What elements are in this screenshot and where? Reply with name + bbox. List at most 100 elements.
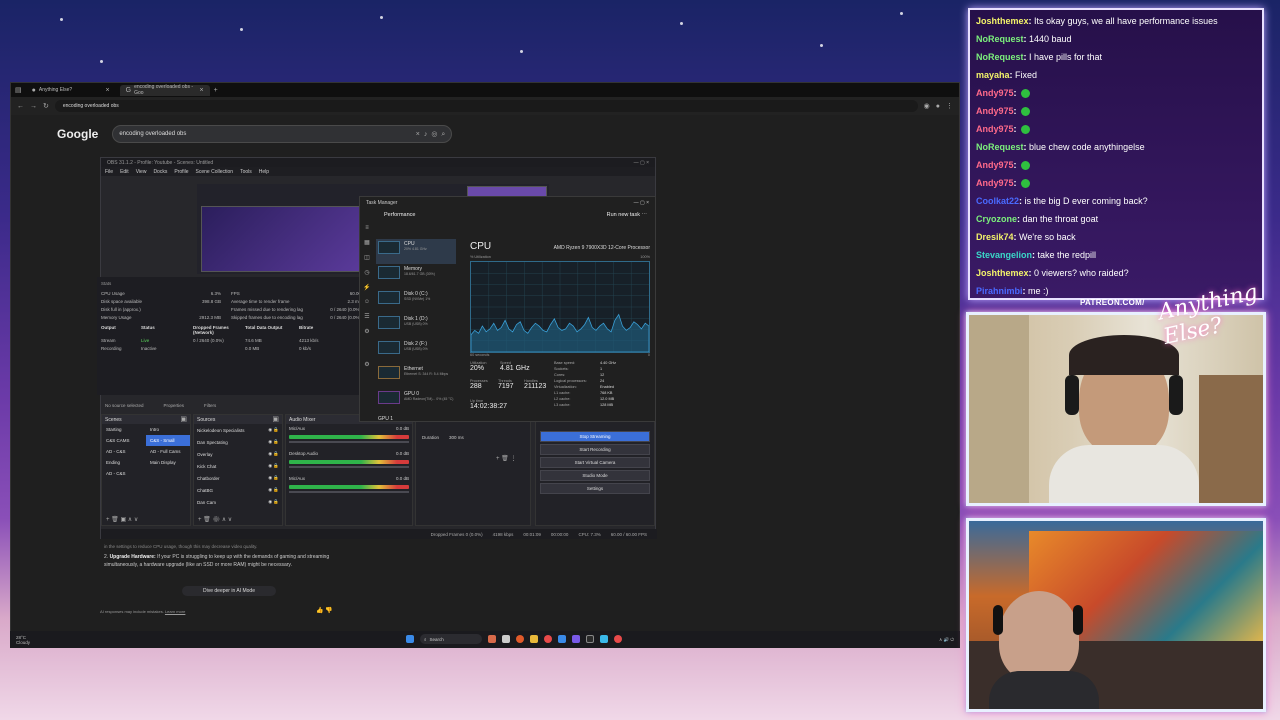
- app-icon[interactable]: [544, 635, 552, 643]
- close-tab-icon[interactable]: ×: [200, 87, 204, 94]
- menu-icon[interactable]: ▤: [15, 87, 22, 94]
- scene-item[interactable]: Starting: [102, 424, 146, 435]
- duration-input[interactable]: 300 ms: [449, 435, 464, 440]
- settings-button[interactable]: Settings: [540, 483, 650, 494]
- feedback-icons[interactable]: 👍 👎: [316, 607, 333, 614]
- url-input[interactable]: encoding overloaded obs: [54, 100, 918, 112]
- startup-icon[interactable]: ⚡: [363, 284, 370, 291]
- perf-item-ethernet[interactable]: Ethernet Ethernet S: 344 R: 5.4 Mbps: [376, 364, 456, 389]
- perf-item-gpu0[interactable]: GPU 0 AMD Radeon(TM)... 0% (45 °C): [376, 389, 456, 414]
- close-tab-icon[interactable]: ×: [106, 87, 110, 94]
- users-icon[interactable]: ☺: [364, 299, 370, 305]
- reload-icon[interactable]: ↻: [43, 103, 49, 110]
- perf-item-disk0[interactable]: Disk 0 (C:) SSD (NVMe) 1%: [376, 289, 456, 314]
- source-item[interactable]: Overlay ◉ 🔒: [194, 448, 282, 460]
- stop-streaming-button[interactable]: Stop Streaming: [540, 431, 650, 442]
- dock-menu-icon[interactable]: ▣: [180, 416, 187, 423]
- discord-icon[interactable]: [572, 635, 580, 643]
- taskbar-search[interactable]: ⌕ Search: [420, 634, 482, 644]
- search-input[interactable]: encoding overloaded obs × ♪ ◎ ⌕: [112, 125, 453, 143]
- details-icon[interactable]: ☰: [364, 313, 369, 320]
- browser-tab[interactable]: ● Anything Else? ×: [26, 85, 116, 96]
- perf-item-memory[interactable]: Memory 18.6/61.7 GB (30%): [376, 264, 456, 289]
- eye-icon[interactable]: ◉ 🔒: [268, 475, 279, 481]
- scene-item[interactable]: Ending: [102, 457, 146, 468]
- volume-slider[interactable]: [289, 491, 409, 493]
- app-icon[interactable]: [614, 635, 622, 643]
- volume-slider[interactable]: [289, 441, 409, 443]
- properties-button[interactable]: Properties: [164, 403, 185, 408]
- filters-button[interactable]: Filters: [204, 403, 216, 408]
- eye-icon[interactable]: ◉ 🔒: [268, 439, 279, 445]
- eye-icon[interactable]: ◉ 🔒: [268, 427, 279, 433]
- eye-icon[interactable]: ◉ 🔒: [268, 463, 279, 469]
- source-item[interactable]: Dan Spectating ◉ 🔒: [194, 436, 282, 448]
- perf-item-gpu1[interactable]: GPU 1: [376, 414, 456, 422]
- settings-icon[interactable]: ⚙: [364, 361, 369, 368]
- source-item[interactable]: ChatBG ◉ 🔒: [194, 484, 282, 496]
- source-item[interactable]: Chatborder ◉ 🔒: [194, 472, 282, 484]
- forward-icon[interactable]: →: [30, 103, 37, 110]
- performance-icon[interactable]: ◫: [364, 254, 370, 261]
- window-controls[interactable]: — ▢ ×: [634, 160, 649, 166]
- task-manager-icon[interactable]: [600, 635, 608, 643]
- mic-icon[interactable]: ♪: [424, 131, 428, 138]
- back-icon[interactable]: ←: [17, 103, 24, 110]
- file-explorer-icon[interactable]: [530, 635, 538, 643]
- scene-item[interactable]: AD - Full Cams: [146, 446, 190, 457]
- start-virtual-camera-button[interactable]: Start Virtual Camera: [540, 457, 650, 468]
- firefox-icon[interactable]: [516, 635, 524, 643]
- profile-icon[interactable]: ●: [936, 103, 940, 110]
- window-controls[interactable]: — ▢ ×: [634, 200, 649, 206]
- source-controls[interactable]: + 🗑 ⚙ ∧ ∨: [198, 516, 232, 523]
- perf-item-disk2[interactable]: Disk 2 (F:) USB (USB) 0%: [376, 339, 456, 364]
- perf-item-disk1[interactable]: Disk 1 (D:) USB (USB) 0%: [376, 314, 456, 339]
- more-icon[interactable]: ⋮: [946, 103, 953, 110]
- eye-icon[interactable]: ◉ 🔒: [268, 487, 279, 493]
- services-icon[interactable]: ⚙: [364, 328, 369, 335]
- history-icon[interactable]: ◷: [364, 269, 369, 276]
- scene-item[interactable]: AD - C&S: [102, 468, 146, 479]
- menu-scene-collection[interactable]: Scene Collection: [196, 169, 234, 175]
- processes-icon[interactable]: ▦: [364, 239, 370, 246]
- menu-profile[interactable]: Profile: [174, 169, 188, 175]
- scene-item-selected[interactable]: C&S - Small: [146, 435, 190, 446]
- tray-icons[interactable]: ∧ 🔊 ⏻: [939, 637, 954, 643]
- menu-help[interactable]: Help: [259, 169, 269, 175]
- app-icon[interactable]: [488, 635, 496, 643]
- scene-controls[interactable]: + 🗑 ▣ ∧ ∨: [106, 516, 138, 523]
- obs-icon[interactable]: [586, 635, 594, 643]
- source-item[interactable]: Nickelodeon Specialists ◉ 🔒: [194, 424, 282, 436]
- extension-icon[interactable]: ◉: [924, 103, 930, 110]
- lens-icon[interactable]: ◎: [431, 131, 437, 138]
- menu-edit[interactable]: Edit: [120, 169, 129, 175]
- scene-item[interactable]: Main Display: [146, 457, 190, 468]
- search-icon[interactable]: ⌕: [441, 131, 445, 138]
- scene-item[interactable]: C&S CAMS: [102, 435, 146, 446]
- learn-more-link[interactable]: Learn more: [165, 609, 185, 614]
- eye-icon[interactable]: ◉ 🔒: [268, 499, 279, 505]
- source-item[interactable]: Kick Chat ◉ 🔒: [194, 460, 282, 472]
- menu-tools[interactable]: Tools: [240, 169, 252, 175]
- new-tab-icon[interactable]: +: [214, 87, 218, 94]
- menu-view[interactable]: View: [136, 169, 147, 175]
- start-recording-button[interactable]: Start Recording: [540, 444, 650, 455]
- task-view-icon[interactable]: [502, 635, 510, 643]
- eye-icon[interactable]: ◉ 🔒: [268, 451, 279, 457]
- start-icon[interactable]: [406, 635, 414, 643]
- menu-file[interactable]: File: [105, 169, 113, 175]
- studio-mode-button[interactable]: Studio Mode: [540, 470, 650, 481]
- app-icon[interactable]: [558, 635, 566, 643]
- hamburger-icon[interactable]: ≡: [365, 225, 369, 231]
- google-logo[interactable]: Google: [57, 127, 98, 141]
- weather-widget[interactable]: 28°C Cloudy: [16, 635, 30, 645]
- transition-controls[interactable]: + 🗑 ⋮: [496, 455, 516, 462]
- browser-tab-active[interactable]: Gencoding overloaded obs - Goo ×: [119, 84, 210, 96]
- dive-deeper-button[interactable]: Dive deeper in AI Mode: [182, 586, 276, 596]
- perf-item-cpu[interactable]: CPU 20% 4.81 GHz: [376, 239, 456, 264]
- menu-docks[interactable]: Docks: [153, 169, 167, 175]
- run-new-task-button[interactable]: Run new task ⋯: [607, 212, 647, 218]
- clear-icon[interactable]: ×: [416, 131, 420, 138]
- scene-item[interactable]: AD - C&S: [102, 446, 146, 457]
- dock-menu-icon[interactable]: ▣: [272, 416, 279, 423]
